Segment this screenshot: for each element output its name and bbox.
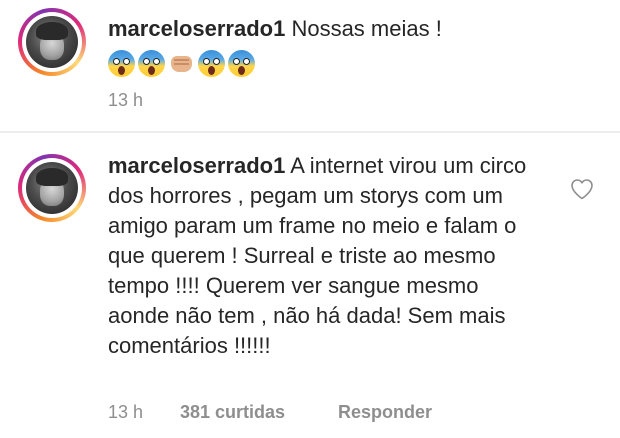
username-link[interactable]: marceloserrado1 [108,16,285,41]
face-screaming-in-fear-icon [108,50,135,77]
emoji-row [108,50,255,78]
avatar-story-ring[interactable] [18,8,86,76]
comment-timestamp[interactable]: 13 h [108,90,180,111]
avatar-hair [36,168,68,186]
comment-meta: 13 h [108,90,180,111]
comment-2: marceloserrado1 A internet virou um circ… [0,134,620,438]
divider [0,131,620,133]
likes-count-button[interactable]: 381 curtidas [180,402,338,423]
avatar-story-ring[interactable] [18,154,86,222]
face-screaming-in-fear-icon [138,50,165,77]
face-screaming-in-fear-icon [198,50,225,77]
comment-body: Nossas meias ! [291,16,442,41]
comment-meta: 13 h 381 curtidas Responder [108,402,432,423]
avatar-hair [36,22,68,40]
comment-1: marceloserrado1 Nossas meias ! 13 h [0,0,620,130]
face-screaming-in-fear-icon [228,50,255,77]
username-link[interactable]: marceloserrado1 [108,153,285,178]
comment-timestamp[interactable]: 13 h [108,402,180,423]
avatar[interactable] [26,162,78,214]
heart-outline-icon[interactable] [570,178,594,200]
comment-body: A internet virou um circo dos horrores ,… [108,153,527,358]
comment-text: marceloserrado1 A internet virou um circ… [108,151,538,361]
comment-text: marceloserrado1 Nossas meias ! [108,14,588,44]
reply-button[interactable]: Responder [338,402,432,423]
avatar[interactable] [26,16,78,68]
oncoming-fist-icon [168,50,195,77]
